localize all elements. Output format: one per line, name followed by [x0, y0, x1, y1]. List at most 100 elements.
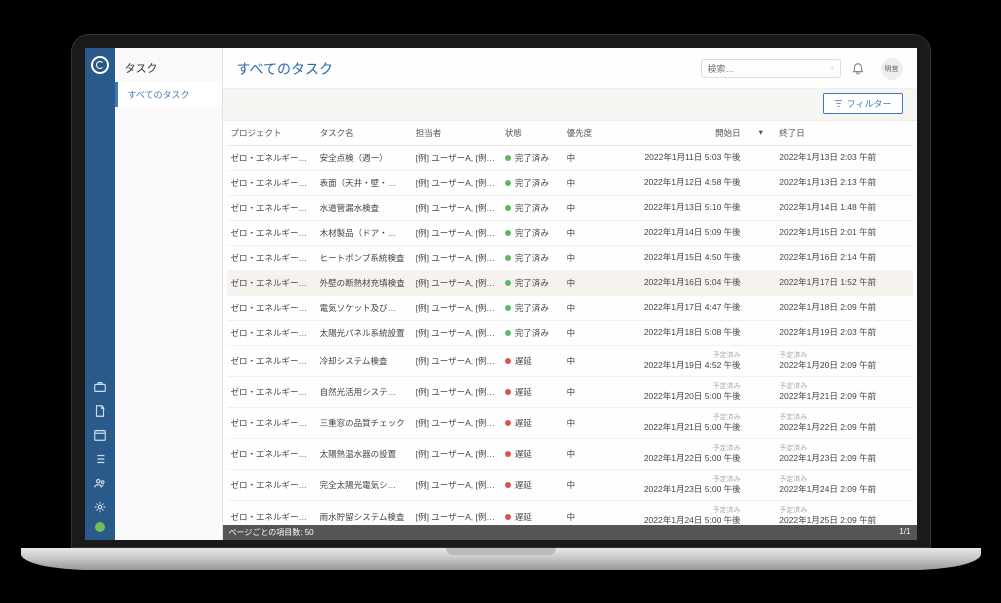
- filter-button[interactable]: フィルター: [823, 93, 903, 114]
- bell-icon[interactable]: [851, 62, 865, 76]
- cell-project: ゼロ・エネルギーハウス: [227, 270, 316, 295]
- col-project[interactable]: プロジェクト: [227, 121, 316, 146]
- table-row[interactable]: ゼロ・エネルギーハウス外壁の断熱材充填検査[例] ユーザーA, [例] ユ…完了…: [227, 270, 913, 295]
- cell-start: 2022年1月16日 5:04 午後: [617, 270, 754, 295]
- gear-icon[interactable]: [93, 500, 107, 514]
- search-input[interactable]: [708, 64, 825, 74]
- cell-project: ゼロ・エネルギー…: [227, 170, 316, 195]
- cell-assignee: [例] ユーザーA, [例] …: [412, 376, 501, 407]
- cell-priority: 中: [563, 220, 618, 245]
- cell-assignee: [例] ユーザーA, [例] …: [412, 170, 501, 195]
- cell-start: 2022年1月17日 4:47 午後: [617, 295, 754, 320]
- status-dot-icon: [505, 358, 511, 364]
- subnav-item-all-tasks[interactable]: すべてのタスク: [115, 82, 222, 107]
- avatar[interactable]: 明宮: [881, 58, 903, 80]
- table-footer: ページごとの項目数: 50 1/1: [223, 525, 917, 540]
- cell-task: 冷却システム検査: [316, 345, 412, 376]
- col-start[interactable]: 開始日: [617, 121, 754, 146]
- cell-priority: 中: [563, 439, 618, 470]
- cell-start: 予定済み2022年1月23日 5:00 午後: [617, 470, 754, 501]
- table-row[interactable]: ゼロ・エネルギー…表面（天井・壁・…[例] ユーザーA, [例] …完了済み中2…: [227, 170, 913, 195]
- cell-status: 完了済み: [501, 295, 563, 320]
- cell-priority: 中: [563, 470, 618, 501]
- cell-start: 2022年1月11日 5:03 午後: [617, 145, 754, 170]
- cell-project: ゼロ・エネルギー…: [227, 376, 316, 407]
- cell-start: 予定済み2022年1月22日 5:00 午後: [617, 439, 754, 470]
- rail-bar: [85, 48, 115, 540]
- cell-assignee: [例] ユーザーA, [例] …: [412, 470, 501, 501]
- cell-priority: 中: [563, 376, 618, 407]
- cell-status: 遅延: [501, 407, 563, 438]
- task-table: プロジェクト タスク名 担当者 状態 優先度 開始日 ▾ 終了日 ゼロ・エネルギ…: [227, 121, 913, 540]
- cell-assignee: [例] ユーザーA, [例] …: [412, 439, 501, 470]
- cell-project: ゼロ・エネルギー…: [227, 220, 316, 245]
- document-icon[interactable]: [93, 404, 107, 418]
- items-per-page: ページごとの項目数: 50: [229, 527, 314, 538]
- cell-end: 2022年1月16日 2:14 午前: [775, 245, 912, 270]
- table-row[interactable]: ゼロ・エネルギー…安全点検（週一）[例] ユーザーA, [例] …完了済み中20…: [227, 145, 913, 170]
- cell-end: 予定済み2022年1月20日 2:09 午前: [775, 345, 912, 376]
- col-assignee[interactable]: 担当者: [412, 121, 501, 146]
- cell-status: 完了済み: [501, 195, 563, 220]
- cell-start: 2022年1月15日 4:50 午後: [617, 245, 754, 270]
- cell-task: 自然光活用システ…: [316, 376, 412, 407]
- cell-task: 完全太陽光電気シ…: [316, 470, 412, 501]
- col-end[interactable]: 終了日: [775, 121, 912, 146]
- main-content: すべてのタスク 明宮 フィルター: [223, 48, 917, 540]
- cell-assignee: [例] ユーザーA, [例] …: [412, 145, 501, 170]
- table-row[interactable]: ゼロ・エネルギー…水道管漏水検査[例] ユーザーA, [例] …完了済み中202…: [227, 195, 913, 220]
- cell-status: 完了済み: [501, 270, 563, 295]
- list-icon[interactable]: [93, 452, 107, 466]
- filter-bar: フィルター: [223, 88, 917, 121]
- calendar-icon[interactable]: [93, 428, 107, 442]
- cell-task: 表面（天井・壁・…: [316, 170, 412, 195]
- sub-navigation: タスク すべてのタスク: [115, 48, 223, 540]
- cell-project: ゼロ・エネルギー…: [227, 439, 316, 470]
- cell-status: 遅延: [501, 470, 563, 501]
- help-icon[interactable]: [95, 522, 105, 532]
- page-indicator: 1/1: [899, 527, 910, 538]
- col-sort-icon[interactable]: ▾: [755, 121, 776, 146]
- cell-end: 2022年1月14日 1:48 午前: [775, 195, 912, 220]
- table-row[interactable]: ゼロ・エネルギー…冷却システム検査[例] ユーザーA, [例] …遅延中予定済み…: [227, 345, 913, 376]
- table-row[interactable]: ゼロ・エネルギー…三重窓の品質チェック[例] ユーザーA, [例] …遅延中予定…: [227, 407, 913, 438]
- table-row[interactable]: ゼロ・エネルギー…完全太陽光電気シ…[例] ユーザーA, [例] …遅延中予定済…: [227, 470, 913, 501]
- cell-start: 2022年1月13日 5:10 午後: [617, 195, 754, 220]
- app-logo-icon[interactable]: [91, 56, 109, 74]
- cell-start: 予定済み2022年1月20日 5:00 午後: [617, 376, 754, 407]
- cell-end: 2022年1月13日 2:13 午前: [775, 170, 912, 195]
- briefcase-icon[interactable]: [93, 380, 107, 394]
- cell-priority: 中: [563, 270, 618, 295]
- filter-icon: [834, 99, 843, 108]
- cell-priority: 中: [563, 170, 618, 195]
- cell-start: 予定済み2022年1月21日 5:00 午後: [617, 407, 754, 438]
- people-icon[interactable]: [93, 476, 107, 490]
- cell-project: ゼロ・エネルギー…: [227, 320, 316, 345]
- table-row[interactable]: ゼロ・エネルギー…電気ソケット及び…[例] ユーザーA, [例] …完了済み中2…: [227, 295, 913, 320]
- cell-project: ゼロ・エネルギー…: [227, 470, 316, 501]
- search-box[interactable]: [701, 59, 841, 78]
- cell-project: ゼロ・エネルギー…: [227, 145, 316, 170]
- cell-task: 外壁の断熱材充填検査: [316, 270, 412, 295]
- cell-task: ヒートポンプ系統検査: [316, 245, 412, 270]
- cell-priority: 中: [563, 320, 618, 345]
- cell-assignee: [例] ユーザーA, [例] …: [412, 407, 501, 438]
- cell-priority: 中: [563, 295, 618, 320]
- cell-end: 2022年1月15日 2:01 午前: [775, 220, 912, 245]
- cell-priority: 中: [563, 345, 618, 376]
- table-row[interactable]: ゼロ・エネルギー…自然光活用システ…[例] ユーザーA, [例] …遅延中予定済…: [227, 376, 913, 407]
- table-row[interactable]: ゼロ・エネルギー…太陽熱温水器の設置[例] ユーザーA, [例] …遅延中予定済…: [227, 439, 913, 470]
- table-row[interactable]: ゼロ・エネルギー…太陽光パネル系統設置[例] ユーザーA, [例] …完了済み中…: [227, 320, 913, 345]
- table-row[interactable]: ゼロ・エネルギー…木材製品（ドア・…[例] ユーザーA, [例] …完了済み中2…: [227, 220, 913, 245]
- cell-task: 太陽光パネル系統設置: [316, 320, 412, 345]
- cell-status: 遅延: [501, 439, 563, 470]
- status-dot-icon: [505, 205, 511, 211]
- col-priority[interactable]: 優先度: [563, 121, 618, 146]
- table-row[interactable]: ゼロ・エネルギー…ヒートポンプ系統検査[例] ユーザーA, [例] …完了済み中…: [227, 245, 913, 270]
- status-dot-icon: [505, 482, 511, 488]
- cell-assignee: [例] ユーザーA, [例] …: [412, 295, 501, 320]
- col-task[interactable]: タスク名: [316, 121, 412, 146]
- cell-task: 安全点検（週一）: [316, 145, 412, 170]
- col-status[interactable]: 状態: [501, 121, 563, 146]
- cell-end: 予定済み2022年1月24日 2:09 午前: [775, 470, 912, 501]
